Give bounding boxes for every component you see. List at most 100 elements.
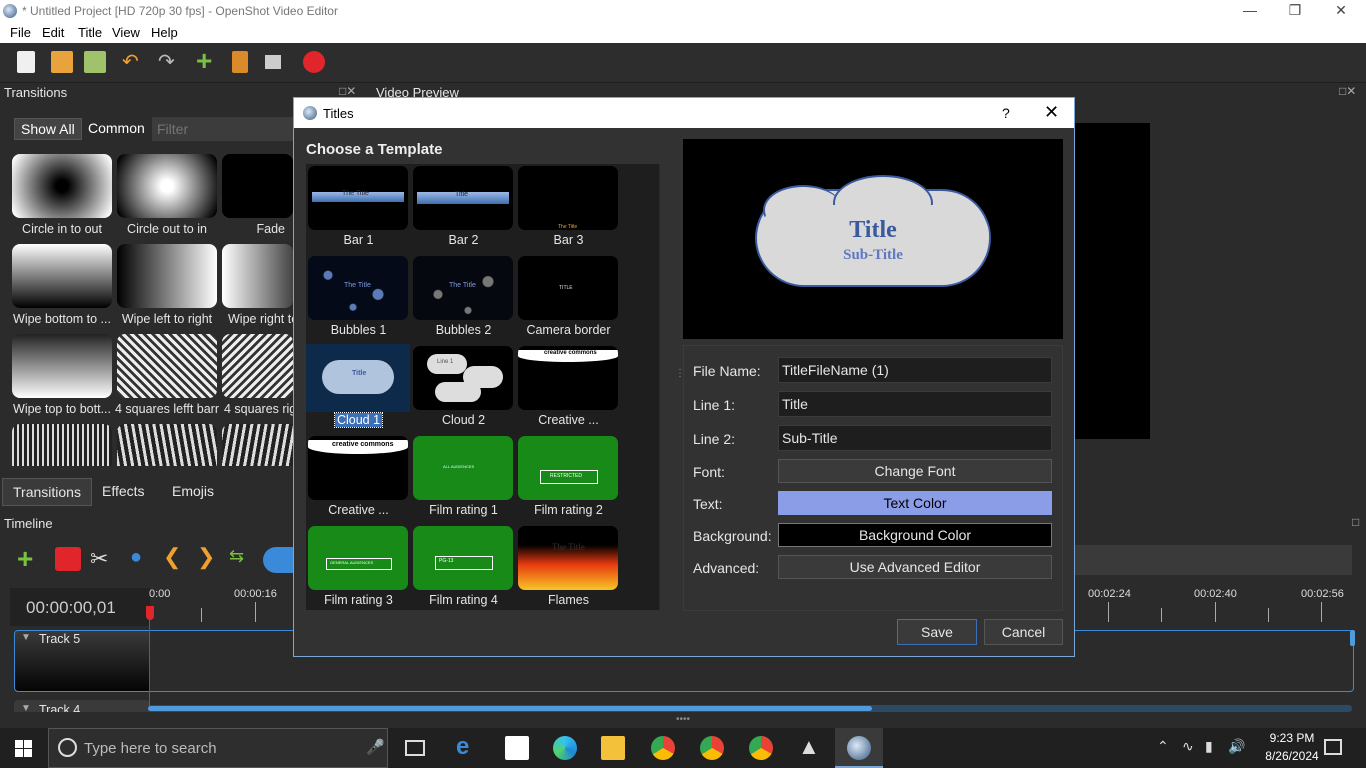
razor-icon[interactable]: ✂ xyxy=(90,546,108,572)
fullscreen-icon[interactable] xyxy=(265,55,281,69)
save-project-icon[interactable] xyxy=(84,51,106,73)
dialog-help-button[interactable]: ? xyxy=(1002,105,1010,121)
profile-icon[interactable] xyxy=(232,51,248,73)
dialog-close-icon[interactable]: ✕ xyxy=(1044,102,1059,123)
battery-icon[interactable]: ▮ xyxy=(1205,738,1213,755)
menu-title[interactable]: Title xyxy=(78,25,102,40)
transition-thumbnail[interactable] xyxy=(222,244,293,308)
tab-emojis[interactable]: Emojis xyxy=(162,478,224,506)
transition-thumbnail[interactable] xyxy=(117,334,217,398)
menu-file[interactable]: File xyxy=(10,25,31,40)
playhead-handle[interactable] xyxy=(146,606,154,620)
taskbar-date[interactable]: 8/26/2024 xyxy=(1262,749,1322,763)
redo-icon[interactable]: ↷ xyxy=(158,49,180,73)
task-view-icon[interactable] xyxy=(405,740,425,756)
timeline-float-icon[interactable]: □ xyxy=(1352,515,1359,529)
line2-input[interactable]: Sub-Title xyxy=(778,425,1052,451)
template-thumbnail[interactable]: creative commons xyxy=(308,436,408,500)
save-button[interactable]: Save xyxy=(897,619,977,645)
microphone-icon[interactable]: 🎤 xyxy=(366,738,385,756)
edge-icon[interactable] xyxy=(553,736,577,760)
template-thumbnail[interactable]: The Title xyxy=(308,256,408,320)
template-thumbnail[interactable]: TITLE xyxy=(518,256,618,320)
scrollbar-thumb[interactable] xyxy=(148,706,872,711)
chrome-icon[interactable] xyxy=(651,736,675,760)
track-collapse-icon[interactable]: ▼ xyxy=(21,632,31,643)
filter-show-all-button[interactable]: Show All xyxy=(14,118,82,140)
template-thumbnail[interactable]: ALL AUDIENCES xyxy=(413,436,513,500)
transition-thumbnail[interactable] xyxy=(12,244,112,308)
transition-thumbnail[interactable] xyxy=(12,154,112,218)
menu-help[interactable]: Help xyxy=(151,25,178,40)
track-collapse-icon[interactable]: ▼ xyxy=(21,703,31,712)
network-icon[interactable]: ∿ xyxy=(1182,738,1194,755)
internet-explorer-icon[interactable]: e xyxy=(456,733,480,760)
timeline-zoom-track[interactable] xyxy=(1075,545,1352,575)
file-explorer-icon[interactable] xyxy=(601,736,625,760)
template-thumbnail[interactable]: The Title xyxy=(518,526,618,590)
template-thumbnail[interactable]: GENERAL AUDIENCES xyxy=(308,526,408,590)
template-thumbnail[interactable]: Line 1 xyxy=(413,346,513,410)
volume-icon[interactable]: 🔊 xyxy=(1228,738,1245,755)
panel-float-icon[interactable]: □✕ xyxy=(339,84,356,98)
text-color-button[interactable]: Text Color xyxy=(778,491,1052,515)
transition-thumbnail[interactable] xyxy=(117,424,217,466)
undo-icon[interactable]: ↶ xyxy=(122,49,144,73)
template-thumbnail[interactable]: RESTRICTED xyxy=(518,436,618,500)
template-thumbnail[interactable]: Title xyxy=(308,346,408,410)
vertical-scrollbar-thumb[interactable] xyxy=(1350,630,1355,646)
close-window-icon[interactable]: ✕ xyxy=(1326,2,1356,20)
change-font-button[interactable]: Change Font xyxy=(778,459,1052,483)
previous-marker-icon[interactable]: ❮ xyxy=(163,544,181,570)
open-project-icon[interactable] xyxy=(51,51,73,73)
template-thumbnail[interactable]: Title xyxy=(413,166,513,230)
taskbar-time[interactable]: 9:23 PM xyxy=(1262,731,1322,745)
show-hidden-icons-icon[interactable]: ⌃ xyxy=(1157,738,1169,755)
file-name-input[interactable]: TitleFileName (1) xyxy=(778,357,1052,383)
export-video-icon[interactable] xyxy=(303,51,325,73)
windows-start-icon[interactable] xyxy=(15,740,32,757)
template-thumbnail[interactable]: The Title xyxy=(518,166,618,230)
transition-thumbnail[interactable] xyxy=(222,154,293,218)
menu-edit[interactable]: Edit xyxy=(42,25,64,40)
openshot-taskbar-icon[interactable] xyxy=(847,736,871,760)
minimize-icon[interactable]: — xyxy=(1235,2,1265,20)
chrome-profile-icon[interactable] xyxy=(700,736,724,760)
template-thumbnail[interactable]: The Title xyxy=(308,166,408,230)
transition-thumbnail[interactable] xyxy=(117,154,217,218)
tab-transitions[interactable]: Transitions xyxy=(2,478,92,506)
transition-thumbnail[interactable] xyxy=(12,334,112,398)
filter-common-button[interactable]: Common xyxy=(82,118,151,140)
center-timeline-icon[interactable]: ⇆ xyxy=(229,546,244,567)
chrome-profile-icon[interactable] xyxy=(749,736,773,760)
resize-grip-icon[interactable]: •••• xyxy=(676,714,690,725)
line1-input[interactable]: Title xyxy=(778,391,1052,417)
add-track-icon[interactable]: + xyxy=(17,545,33,573)
playhead-line[interactable] xyxy=(149,606,150,706)
template-thumbnail[interactable]: creative commons xyxy=(518,346,618,410)
app-icon[interactable]: ▲ xyxy=(798,734,822,759)
template-thumbnail[interactable]: The Title xyxy=(413,256,513,320)
preview-float-close-icon[interactable]: □✕ xyxy=(1339,84,1356,98)
template-list-scrollbar[interactable] xyxy=(659,164,660,610)
tab-effects[interactable]: Effects xyxy=(92,478,155,506)
cancel-button[interactable]: Cancel xyxy=(984,619,1063,645)
add-marker-icon[interactable]: ● xyxy=(130,546,142,569)
transition-thumbnail[interactable] xyxy=(117,244,217,308)
next-marker-icon[interactable]: ❯ xyxy=(197,544,215,570)
snapping-icon[interactable] xyxy=(55,547,81,571)
restore-icon[interactable]: ❐ xyxy=(1280,2,1310,20)
transition-thumbnail[interactable] xyxy=(222,424,293,466)
advanced-editor-button[interactable]: Use Advanced Editor xyxy=(778,555,1052,579)
transition-filter-input[interactable] xyxy=(152,117,293,141)
menu-view[interactable]: View xyxy=(112,25,140,40)
background-color-button[interactable]: Background Color xyxy=(778,523,1052,547)
import-files-icon[interactable]: + xyxy=(196,45,218,76)
zoom-slider-handle[interactable] xyxy=(263,547,293,573)
transition-thumbnail[interactable] xyxy=(12,424,112,466)
new-project-icon[interactable] xyxy=(17,51,35,73)
microsoft-store-icon[interactable] xyxy=(505,736,529,760)
template-thumbnail[interactable]: PG-13 xyxy=(413,526,513,590)
notifications-icon[interactable] xyxy=(1324,739,1342,755)
transition-thumbnail[interactable] xyxy=(222,334,293,398)
